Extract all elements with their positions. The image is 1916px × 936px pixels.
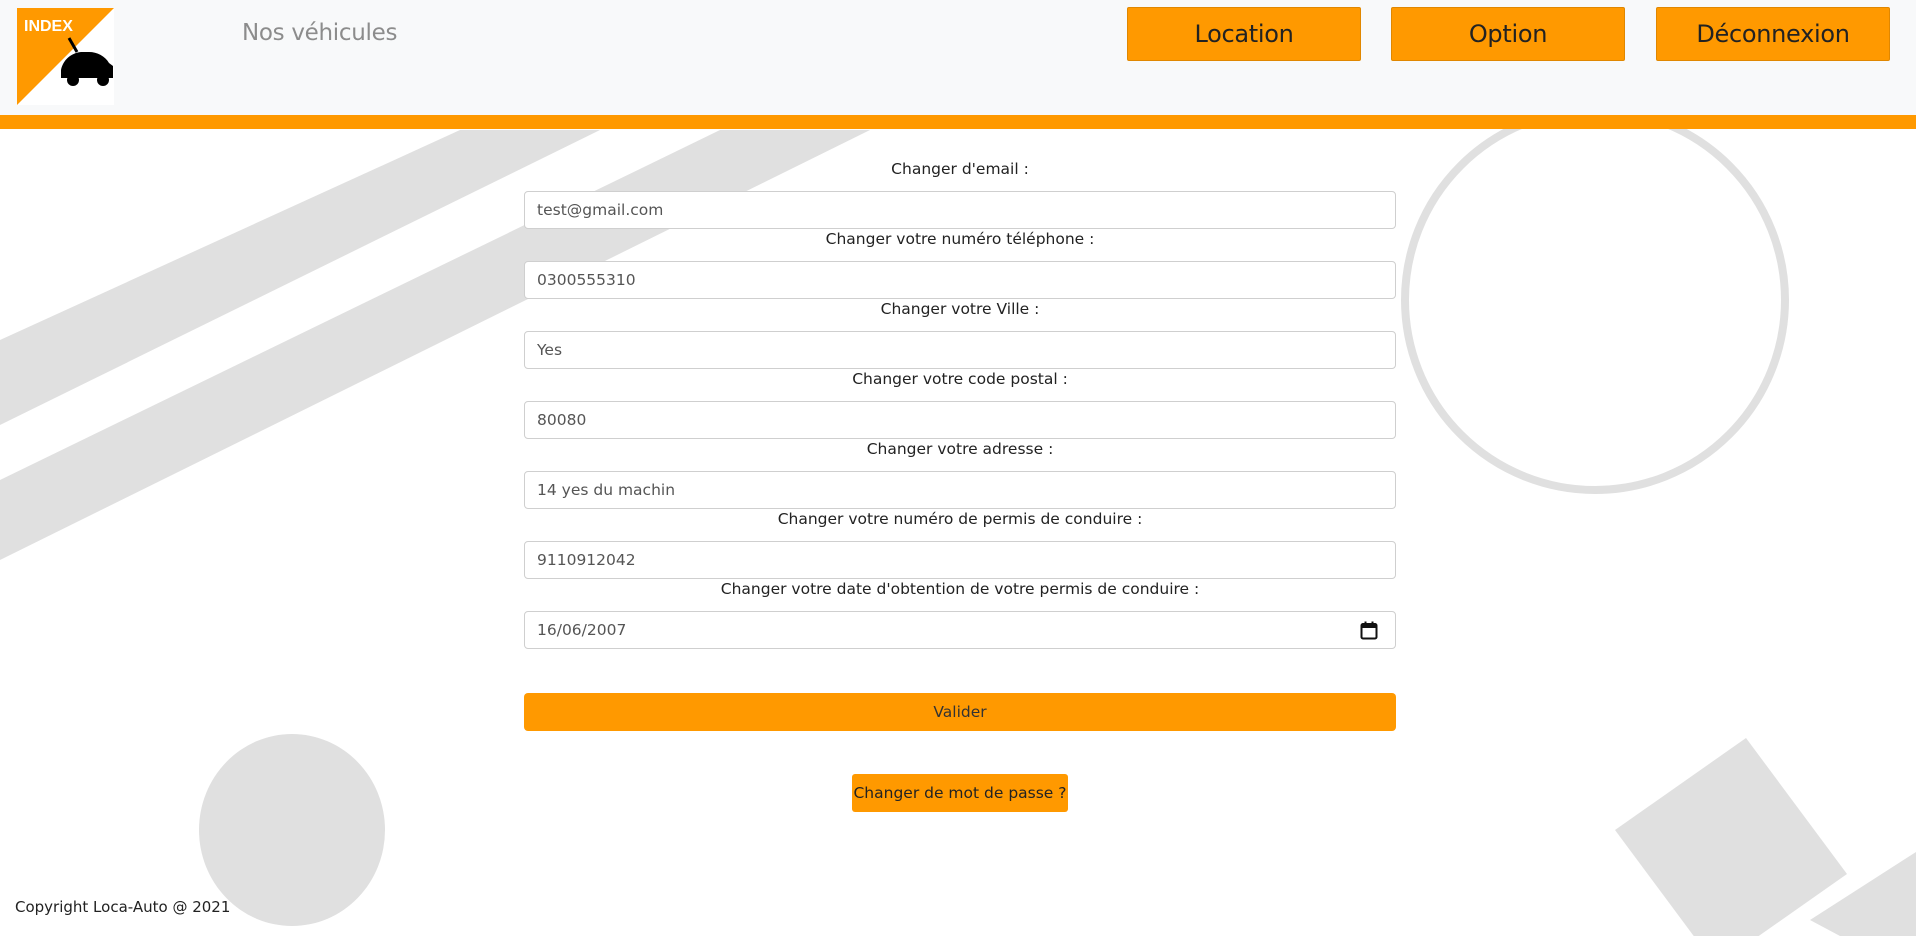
logo-text: INDEX [24, 18, 73, 35]
license-date-field[interactable]: 16/06/2007 [524, 611, 1396, 649]
background-ring [1401, 106, 1789, 494]
navbar-accent-bar [0, 115, 1916, 129]
nav-vehicles-link[interactable]: Nos véhicules [242, 20, 397, 46]
option-button[interactable]: Option [1391, 7, 1625, 61]
email-value: test@gmail.com [537, 201, 664, 219]
phone-label: Changer votre numéro téléphone : [825, 230, 1095, 248]
license-number-label: Changer votre numéro de permis de condui… [777, 510, 1143, 528]
phone-field[interactable]: 0300555310 [524, 261, 1396, 299]
location-button[interactable]: Location [1127, 7, 1361, 61]
city-field[interactable]: Yes [524, 331, 1396, 369]
logo-link[interactable]: INDEX [17, 8, 114, 105]
license-number-field[interactable]: 9110912042 [524, 541, 1396, 579]
address-value: 14 yes du machin [537, 481, 676, 499]
city-label: Changer votre Ville : [880, 300, 1040, 318]
calendar-icon[interactable] [1360, 621, 1378, 640]
page: INDEX Nos véhicules Location Option Déco… [0, 0, 1916, 936]
phone-value: 0300555310 [537, 271, 636, 289]
license-date-value: 16/06/2007 [537, 621, 627, 639]
change-password-button[interactable]: Changer de mot de passe ? [852, 774, 1068, 812]
postal-code-label: Changer votre code postal : [852, 370, 1068, 388]
postal-code-value: 80080 [537, 411, 587, 429]
email-field[interactable]: test@gmail.com [524, 191, 1396, 229]
city-value: Yes [537, 341, 563, 359]
address-field[interactable]: 14 yes du machin [524, 471, 1396, 509]
logout-button[interactable]: Déconnexion [1656, 7, 1890, 61]
background-diamond [1615, 738, 1847, 936]
address-label: Changer votre adresse : [866, 440, 1054, 458]
email-label: Changer d'email : [891, 160, 1029, 178]
license-date-label: Changer votre date d'obtention de votre … [720, 580, 1200, 598]
navbar [0, 0, 1916, 115]
postal-code-field[interactable]: 80080 [524, 401, 1396, 439]
license-number-value: 9110912042 [537, 551, 636, 569]
submit-button[interactable]: Valider [524, 693, 1396, 731]
footer-copyright: Copyright Loca-Auto @ 2021 [15, 898, 231, 916]
